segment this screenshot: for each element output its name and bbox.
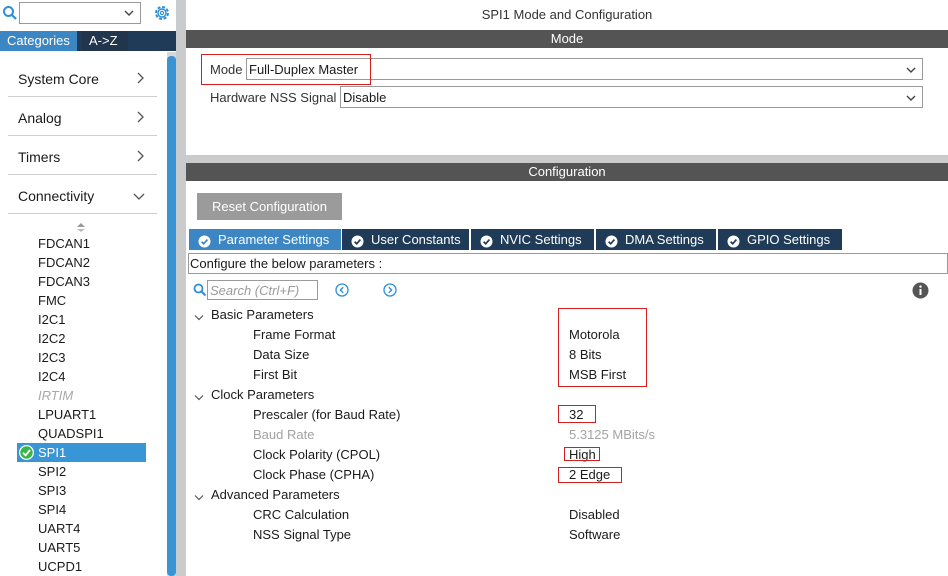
param-name-first-bit: First Bit bbox=[253, 367, 298, 382]
param-name-crc-calculation: CRC Calculation bbox=[253, 507, 350, 522]
peripheral-item-i2c4[interactable]: I2C4 bbox=[38, 369, 65, 384]
category-label: System Core bbox=[18, 71, 99, 87]
peripheral-item-irtim[interactable]: IRTIM bbox=[38, 388, 73, 403]
tab-dma-settings[interactable]: DMA Settings bbox=[596, 229, 716, 250]
param-name-cpol: Clock Polarity (CPOL) bbox=[253, 447, 381, 462]
category-system-core[interactable]: System Core bbox=[8, 59, 157, 97]
search-placeholder: Search (Ctrl+F) bbox=[210, 283, 300, 298]
group-label: Advanced Parameters bbox=[211, 487, 340, 502]
section-divider[interactable] bbox=[186, 155, 948, 163]
check-circle-icon bbox=[727, 233, 740, 248]
highlight-box-cpol bbox=[564, 447, 600, 461]
peripheral-item-spi4[interactable]: SPI4 bbox=[38, 502, 66, 517]
peripheral-item-ucpd1[interactable]: UCPD1 bbox=[38, 559, 82, 574]
peripheral-label: SPI1 bbox=[38, 445, 67, 460]
category-connectivity[interactable]: Connectivity bbox=[8, 176, 157, 214]
highlight-box-basic-params bbox=[558, 308, 647, 387]
mode-section-header: Mode bbox=[186, 30, 948, 48]
chevron-right-icon bbox=[135, 72, 145, 84]
tab-categories[interactable]: Categories bbox=[0, 31, 77, 51]
category-timers[interactable]: Timers bbox=[8, 137, 157, 175]
tab-user-constants[interactable]: User Constants bbox=[342, 229, 469, 250]
peripheral-item-uart5[interactable]: UART5 bbox=[38, 540, 80, 555]
peripheral-item-fdcan2[interactable]: FDCAN2 bbox=[38, 255, 90, 270]
highlight-box-prescaler bbox=[558, 405, 596, 423]
chevron-down-icon bbox=[194, 490, 204, 501]
left-tab-bar: Categories A->Z bbox=[0, 31, 176, 51]
check-circle-icon bbox=[605, 233, 618, 248]
left-scrollbar-thumb[interactable] bbox=[167, 56, 176, 576]
category-label: Analog bbox=[18, 110, 62, 126]
highlight-box-cpha bbox=[558, 467, 622, 483]
peripheral-item-spi3[interactable]: SPI3 bbox=[38, 483, 66, 498]
peripheral-item-i2c3[interactable]: I2C3 bbox=[38, 350, 65, 365]
gear-icon[interactable] bbox=[152, 3, 172, 23]
check-circle-icon bbox=[480, 233, 493, 248]
category-label: Timers bbox=[18, 149, 61, 165]
search-icon[interactable] bbox=[2, 5, 18, 21]
peripheral-item-i2c1[interactable]: I2C1 bbox=[38, 312, 65, 327]
tab-gpio-settings[interactable]: GPIO Settings bbox=[718, 229, 842, 250]
peripheral-item-fdcan3[interactable]: FDCAN3 bbox=[38, 274, 90, 289]
param-name-nss-signal-type: NSS Signal Type bbox=[253, 527, 352, 542]
check-circle-icon bbox=[351, 233, 364, 248]
left-panel: Categories A->Z System Core Analog Timer… bbox=[0, 0, 176, 576]
page-title: SPI1 Mode and Configuration bbox=[481, 7, 653, 22]
param-name-data-size: Data Size bbox=[253, 347, 310, 362]
peripheral-item-fmc[interactable]: FMC bbox=[38, 293, 66, 308]
category-analog[interactable]: Analog bbox=[8, 98, 157, 136]
peripheral-item-spi2[interactable]: SPI2 bbox=[38, 464, 66, 479]
category-search-select[interactable] bbox=[19, 2, 141, 24]
previous-result-icon[interactable] bbox=[335, 283, 349, 297]
param-name-frame-format: Frame Format bbox=[253, 327, 336, 342]
parameter-search-input[interactable]: Search (Ctrl+F) bbox=[207, 280, 318, 300]
group-label: Clock Parameters bbox=[211, 387, 315, 402]
nss-select[interactable]: Disable bbox=[340, 86, 923, 108]
category-label: Connectivity bbox=[18, 188, 95, 204]
check-circle-icon bbox=[18, 444, 35, 461]
peripheral-item-uart4[interactable]: UART4 bbox=[38, 521, 80, 536]
peripheral-item-lpuart1[interactable]: LPUART1 bbox=[38, 407, 96, 422]
param-value-crc-calculation[interactable]: Disabled bbox=[569, 507, 620, 522]
chevron-right-icon bbox=[135, 111, 145, 123]
chevron-down-icon bbox=[194, 390, 204, 401]
chevron-down-icon bbox=[905, 92, 917, 104]
tab-a-to-z[interactable]: A->Z bbox=[82, 31, 128, 51]
configuration-section-header: Configuration bbox=[186, 163, 948, 181]
tab-label: User Constants bbox=[371, 232, 461, 247]
tab-nvic-settings[interactable]: NVIC Settings bbox=[471, 229, 594, 250]
tab-parameter-settings[interactable]: Parameter Settings bbox=[189, 229, 341, 250]
peripheral-item-quadspi1[interactable]: QUADSPI1 bbox=[38, 426, 104, 441]
next-result-icon[interactable] bbox=[383, 283, 397, 297]
peripheral-item-spi1-selected[interactable]: SPI1 bbox=[17, 443, 146, 462]
chevron-right-icon bbox=[135, 150, 145, 162]
nss-select-value: Disable bbox=[343, 90, 387, 105]
param-name-prescaler: Prescaler (for Baud Rate) bbox=[253, 407, 401, 422]
tab-label: DMA Settings bbox=[625, 232, 704, 247]
configure-hint-bar: Configure the below parameters : bbox=[188, 253, 948, 274]
right-panel: SPI1 Mode and Configuration Mode Mode Fu… bbox=[186, 0, 948, 576]
nss-label: Hardware NSS Signal bbox=[210, 90, 337, 105]
chevron-down-icon bbox=[123, 7, 135, 19]
param-name-cpha: Clock Phase (CPHA) bbox=[253, 467, 375, 482]
reset-configuration-button[interactable]: Reset Configuration bbox=[197, 193, 342, 220]
param-name-baud-rate: Baud Rate bbox=[253, 427, 315, 442]
info-icon[interactable] bbox=[912, 282, 929, 299]
search-icon[interactable] bbox=[193, 283, 207, 297]
highlight-box-mode bbox=[201, 54, 371, 85]
param-value-nss-signal-type[interactable]: Software bbox=[569, 527, 620, 542]
chevron-down-icon bbox=[194, 310, 204, 321]
tab-label: Parameter Settings bbox=[218, 232, 330, 247]
peripheral-item-i2c2[interactable]: I2C2 bbox=[38, 331, 65, 346]
peripheral-item-fdcan1[interactable]: FDCAN1 bbox=[38, 236, 90, 251]
param-value-baud-rate: 5.3125 MBits/s bbox=[569, 427, 655, 442]
scroll-up-arrow-icon[interactable] bbox=[76, 220, 86, 232]
check-circle-icon bbox=[198, 233, 211, 248]
tab-label: GPIO Settings bbox=[747, 232, 831, 247]
tab-label: NVIC Settings bbox=[500, 232, 582, 247]
chevron-down-icon bbox=[133, 190, 145, 202]
panel-splitter[interactable] bbox=[176, 0, 186, 576]
chevron-down-icon bbox=[905, 64, 917, 76]
group-label: Basic Parameters bbox=[211, 307, 314, 322]
